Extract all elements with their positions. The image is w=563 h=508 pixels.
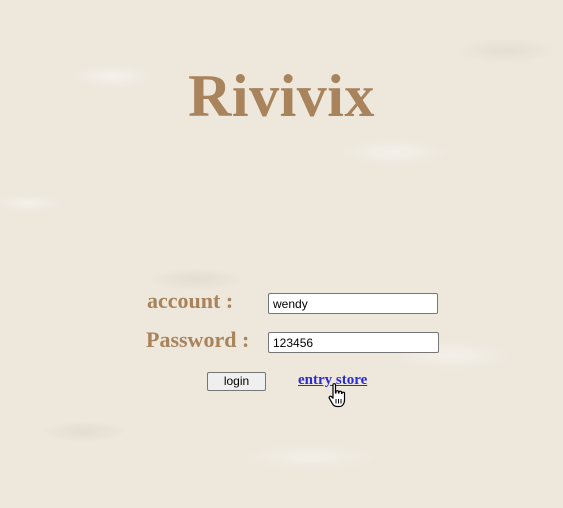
account-label: account :	[147, 288, 234, 313]
app-title: Rivivix	[188, 63, 375, 129]
password-input[interactable]	[268, 332, 439, 353]
account-input[interactable]	[268, 293, 438, 314]
login-button[interactable]: login	[207, 372, 266, 391]
password-label: Password :	[146, 327, 250, 352]
hand-pointer-icon	[328, 383, 346, 408]
